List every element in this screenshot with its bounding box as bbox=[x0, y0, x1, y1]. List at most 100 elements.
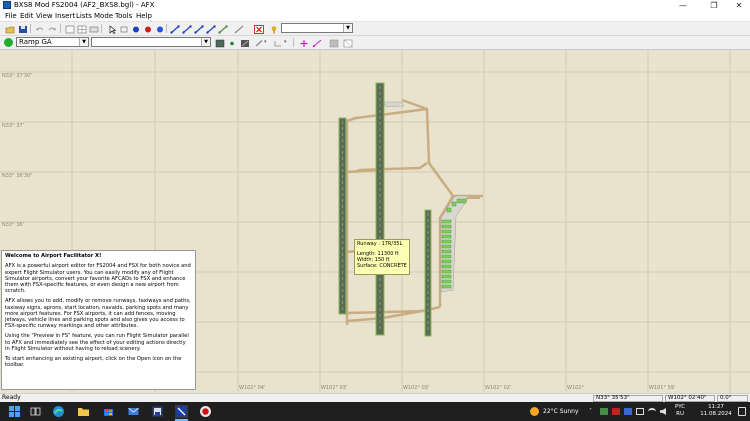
pan-icon[interactable] bbox=[118, 24, 128, 33]
tooltip-surface: Surface: CONCRETE bbox=[357, 263, 407, 269]
store-icon[interactable] bbox=[102, 405, 115, 418]
parking-path-icon[interactable] bbox=[193, 24, 204, 34]
notification-icon[interactable] bbox=[738, 407, 746, 416]
monitor-icon[interactable] bbox=[636, 408, 644, 415]
lat-label: N33° 36'30" bbox=[2, 173, 33, 179]
chevron-up-icon[interactable]: ˄ bbox=[589, 408, 592, 415]
language-indicator[interactable]: PYC RU bbox=[675, 404, 685, 418]
delete-icon[interactable] bbox=[253, 24, 264, 34]
main-toolbar: ▼ bbox=[0, 22, 750, 36]
angle-tool-icon[interactable] bbox=[272, 38, 282, 47]
menu-help[interactable]: Help bbox=[136, 11, 152, 21]
clock[interactable]: 11:27 11.08.2024 bbox=[698, 404, 734, 418]
vehicle-path-icon[interactable] bbox=[205, 24, 216, 34]
wifi-icon[interactable] bbox=[648, 408, 656, 415]
welcome-paragraph: AFX is a powerful airport editor for FS2… bbox=[5, 263, 191, 295]
afx-app-icon[interactable] bbox=[175, 405, 188, 418]
volume-icon[interactable] bbox=[660, 408, 666, 415]
runway-west bbox=[338, 117, 347, 315]
undo-icon[interactable] bbox=[34, 24, 44, 33]
runway-tooltip: Runway : 17R/35L Length: 11300 ft Width:… bbox=[354, 239, 410, 275]
link-path-icon[interactable] bbox=[233, 24, 244, 34]
welcome-panel: Welcome to Airport Facilitator X! AFX is… bbox=[1, 250, 196, 390]
sun-icon[interactable] bbox=[530, 407, 539, 416]
surface-color-icon[interactable] bbox=[214, 38, 225, 48]
blue-point-icon[interactable] bbox=[130, 24, 140, 33]
toolbar-combo[interactable]: ▼ bbox=[281, 23, 353, 33]
add-link-icon[interactable] bbox=[311, 38, 322, 48]
layers-icon[interactable] bbox=[88, 24, 99, 33]
add-point-icon[interactable] bbox=[298, 38, 308, 47]
edge-browser-icon[interactable] bbox=[52, 405, 65, 418]
edge-lights-icon[interactable] bbox=[239, 38, 249, 47]
welcome-paragraph: Using the "Preview in FS" feature, you c… bbox=[5, 333, 189, 352]
chevron-down-icon[interactable]: ▼ bbox=[343, 24, 352, 32]
minimize-button[interactable]: — bbox=[673, 0, 693, 11]
welcome-paragraph: To start enhancing an existing airport, … bbox=[5, 355, 182, 368]
boundary-icon[interactable] bbox=[342, 38, 353, 48]
chevron-down-icon[interactable]: ▼ bbox=[79, 38, 88, 46]
runway-path-icon[interactable] bbox=[181, 24, 192, 34]
runway-east bbox=[424, 209, 432, 337]
windows-start-icon[interactable] bbox=[8, 405, 21, 418]
menu-mode[interactable]: Mode bbox=[94, 11, 113, 21]
help-key-icon[interactable] bbox=[268, 24, 278, 34]
open-icon[interactable] bbox=[4, 24, 15, 34]
menu-bar: File Edit View Insert Lists Mode Tools H… bbox=[0, 11, 750, 22]
tray-app-icon[interactable] bbox=[612, 408, 620, 415]
object-type-value: Ramp GA bbox=[19, 38, 52, 46]
menu-insert[interactable]: Insert bbox=[55, 11, 75, 21]
menu-lists[interactable]: Lists bbox=[76, 11, 92, 21]
toolbar-separator bbox=[166, 24, 167, 33]
menu-view[interactable]: View bbox=[36, 11, 53, 21]
chevron-down-icon[interactable]: ▾ bbox=[264, 39, 267, 45]
language-top: PYC bbox=[675, 404, 686, 410]
taxi-path-icon[interactable] bbox=[169, 24, 180, 34]
app-icon bbox=[3, 1, 11, 9]
aprons-icon[interactable] bbox=[328, 38, 339, 48]
welcome-title: Welcome to Airport Facilitator X! bbox=[5, 253, 102, 259]
green-dot-icon[interactable] bbox=[226, 38, 236, 47]
object-name-select[interactable]: ▼ bbox=[91, 37, 211, 47]
object-type-select[interactable]: Ramp GA ▼ bbox=[16, 37, 89, 47]
close-button[interactable]: ✕ bbox=[729, 0, 749, 11]
redo-icon[interactable] bbox=[46, 24, 56, 33]
lat-label: N33° 37' bbox=[2, 123, 24, 129]
status-longitude: W102° 02'40" bbox=[665, 395, 715, 402]
object-toolbar: Ramp GA ▼ ▼ ▾ ▾ bbox=[0, 36, 750, 50]
menu-file[interactable]: File bbox=[5, 11, 17, 21]
record-icon[interactable] bbox=[199, 405, 212, 418]
welcome-paragraph: AFX allows you to add, modify or remove … bbox=[5, 298, 191, 330]
lon-label: W102° 02' bbox=[485, 385, 512, 391]
menu-tools[interactable]: Tools bbox=[115, 11, 132, 21]
runway-17R-35L bbox=[375, 82, 385, 336]
tray-app-icon[interactable] bbox=[600, 408, 608, 415]
apron-north bbox=[383, 101, 405, 108]
toolbar-separator bbox=[101, 24, 102, 33]
maximize-button[interactable]: ❐ bbox=[704, 0, 724, 11]
task-view-icon[interactable] bbox=[29, 405, 42, 418]
pencil-icon[interactable] bbox=[253, 38, 263, 47]
zoom-icon[interactable] bbox=[64, 24, 75, 34]
toolbar-separator bbox=[60, 24, 61, 33]
toolbar-separator bbox=[30, 24, 31, 33]
closed-path-icon[interactable] bbox=[217, 24, 228, 34]
clock-time: 11:27 bbox=[708, 404, 724, 410]
file-explorer-icon[interactable] bbox=[77, 405, 90, 418]
red-point-icon[interactable] bbox=[142, 24, 152, 33]
status-text: Ready bbox=[2, 394, 21, 401]
lat-label: N33° 36' bbox=[2, 222, 24, 228]
blue-node-icon[interactable] bbox=[154, 24, 164, 33]
tooltip-runway: Runway : 17R/35L bbox=[357, 241, 403, 247]
status-heading: 0.0° bbox=[717, 395, 748, 402]
save-icon[interactable] bbox=[17, 24, 27, 33]
chevron-down-icon[interactable]: ▼ bbox=[201, 38, 210, 46]
fs-app-icon[interactable] bbox=[151, 405, 164, 418]
select-pointer-icon[interactable] bbox=[106, 24, 117, 34]
weather-text[interactable]: 22°C Sunny bbox=[543, 402, 579, 421]
chevron-down-icon[interactable]: ▾ bbox=[284, 39, 287, 45]
mail-icon[interactable] bbox=[127, 405, 140, 418]
tray-app-icon[interactable] bbox=[624, 408, 632, 415]
menu-edit[interactable]: Edit bbox=[20, 11, 34, 21]
grid-toggle-icon[interactable] bbox=[76, 24, 87, 34]
